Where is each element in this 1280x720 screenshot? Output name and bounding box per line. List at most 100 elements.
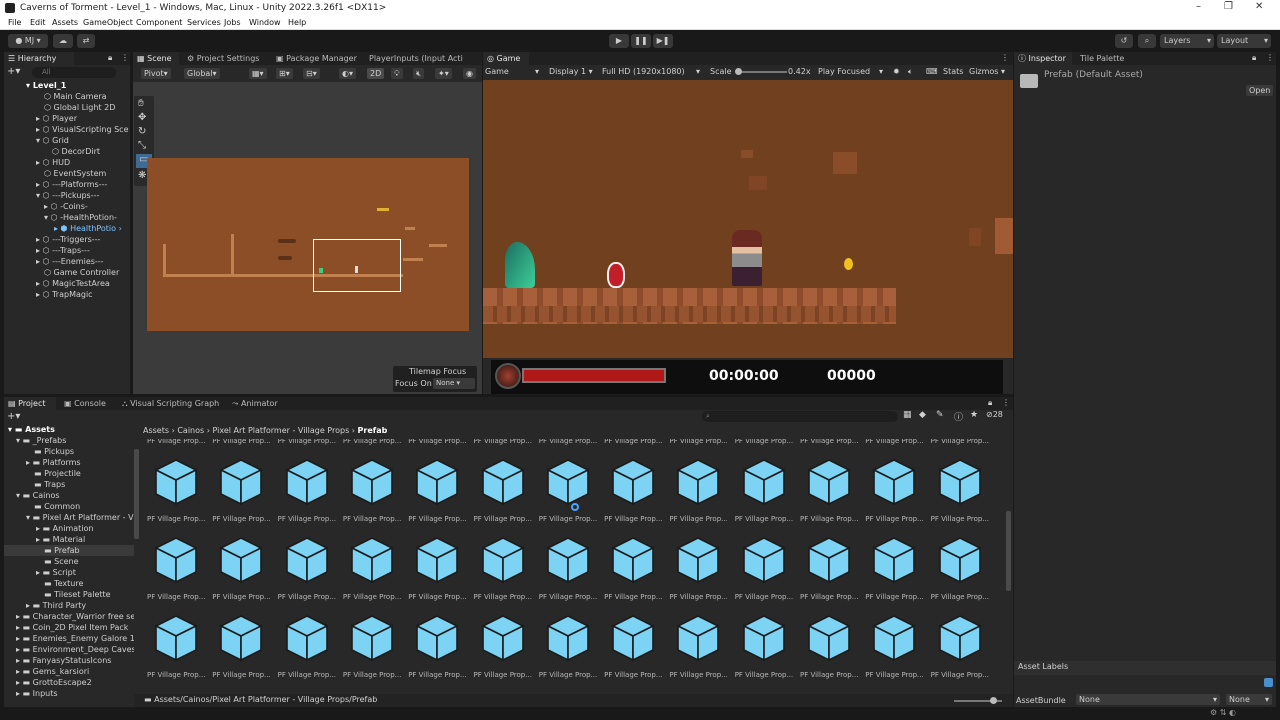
filter-type-icon[interactable]: ▦	[903, 410, 912, 420]
audio-icon[interactable]: 🔇︎	[413, 68, 425, 79]
prefab-asset-item[interactable]: PF Village Prop...	[539, 439, 597, 451]
prefab-asset-item[interactable]: PF Village Prop...	[408, 531, 466, 607]
hierarchy-item[interactable]: ▸ ⬡ ---Enemies---	[4, 256, 130, 267]
scale-slider-handle[interactable]	[735, 68, 742, 75]
menu-gameobject[interactable]: GameObject	[83, 18, 133, 27]
shortcuts-icon[interactable]: ⌨	[926, 65, 938, 79]
focus-on-dropdown[interactable]: None ▾	[433, 378, 475, 389]
maximize-button[interactable]: ❐	[1224, 1, 1233, 12]
prefab-asset-item[interactable]: PF Village Prop...	[474, 531, 532, 607]
hierarchy-item[interactable]: ⬡ EventSystem	[4, 168, 130, 179]
tree-item[interactable]: ▬ Projectile	[4, 468, 134, 479]
hierarchy-item[interactable]: ▸ ⬡ Player	[4, 113, 130, 124]
prefab-asset-item[interactable]: PF Village Prop...	[931, 609, 989, 685]
status-icons[interactable]: ⚙ ⇅ ◐	[1210, 708, 1236, 717]
prefab-asset-item[interactable]: PF Village Prop...	[278, 439, 336, 451]
tree-item-assets[interactable]: ▾ ▬ Assets	[4, 424, 134, 435]
hierarchy-item[interactable]: ▸ ⬡ -Coins-	[4, 201, 130, 212]
hierarchy-item-level1[interactable]: ▾ Level_1	[4, 80, 130, 91]
menu-edit[interactable]: Edit	[30, 18, 46, 27]
prefab-asset-item[interactable]: PF Village Prop...	[343, 531, 401, 607]
hierarchy-item[interactable]: ⬡ Game Controller	[4, 267, 130, 278]
game-mode-dropdown[interactable]: Game	[485, 65, 509, 79]
tree-scrollbar[interactable]	[134, 449, 139, 539]
layers-dropdown[interactable]: Layers ▾	[1160, 34, 1214, 48]
prefab-asset-item[interactable]: PF Village Prop...	[539, 609, 597, 685]
step-button[interactable]: ▶❚	[653, 34, 673, 48]
prefab-asset-item[interactable]: PF Village Prop...	[800, 531, 858, 607]
menu-file[interactable]: File	[8, 18, 21, 27]
tab-project-settings[interactable]: ⚙ Project Settings	[183, 52, 271, 65]
game-viewport[interactable]	[483, 80, 1013, 358]
prefab-asset-item[interactable]: PF Village Prop...	[669, 609, 727, 685]
tree-item[interactable]: ▸ ▬ Material	[4, 534, 134, 545]
pivot-dropdown[interactable]: Pivot▾	[141, 68, 171, 79]
more-icon[interactable]: ⋮	[121, 53, 129, 62]
prefab-asset-item[interactable]: PF Village Prop...	[343, 439, 401, 451]
grid-snap-icon[interactable]: ▦▾	[249, 68, 267, 79]
hierarchy-item[interactable]: ▾ ⬡ Grid	[4, 135, 130, 146]
scale-tool-icon[interactable]: ⤡	[138, 140, 146, 151]
mute-audio-icon[interactable]: 🔈︎	[908, 65, 913, 79]
hierarchy-item[interactable]: ▸ ⬡ HUD	[4, 157, 130, 168]
prefab-asset-item[interactable]: PF Village Prop...	[865, 531, 923, 607]
tree-item[interactable]: ▾ ▬ Cainos	[4, 490, 134, 501]
hierarchy-item[interactable]: ▸ ⬡ VisualScripting Sce	[4, 124, 130, 135]
lighting-icon[interactable]: 💡︎	[391, 68, 403, 79]
tree-item[interactable]: ▸ ▬ FanyasyStatusIcons	[4, 655, 134, 666]
render-mode-icon[interactable]: ◐▾	[339, 68, 356, 79]
scene-viewport[interactable]	[147, 158, 469, 331]
favorite-icon[interactable]: ★	[970, 410, 978, 420]
tree-item[interactable]: ▸ ▬ Inputs	[4, 688, 134, 699]
move-tool-icon[interactable]: ✥	[138, 112, 146, 123]
tab-inspector[interactable]: ⓘ Inspector	[1014, 52, 1072, 65]
prefab-asset-item[interactable]: PF Village Prop...	[669, 531, 727, 607]
tree-item[interactable]: ▸ ▬ GrottoEscape2	[4, 677, 134, 688]
display-dropdown[interactable]: Display 1 ▾	[549, 65, 593, 79]
close-button[interactable]: ✕	[1255, 1, 1263, 12]
prefab-asset-item[interactable]: PF Village Prop...	[147, 609, 205, 685]
tab-console[interactable]: ▣ Console	[60, 397, 110, 410]
variant-dropdown[interactable]: None ▾	[1226, 694, 1272, 705]
create-button[interactable]: +▾	[7, 411, 20, 422]
add-button[interactable]: +▾	[7, 66, 20, 77]
project-search-input[interactable]: ⌕	[702, 411, 898, 422]
prefab-asset-item[interactable]: PF Village Prop...	[865, 453, 923, 529]
prefab-asset-item[interactable]: PF Village Prop...	[800, 453, 858, 529]
toggle-2d-button[interactable]: 2D	[367, 68, 385, 79]
tab-player-inputs[interactable]: PlayerInputs (Input Acti	[365, 52, 477, 65]
tab-tile-palette[interactable]: Tile Palette	[1076, 52, 1140, 65]
resolution-dropdown[interactable]: Full HD (1920x1080)	[602, 65, 685, 79]
tree-item[interactable]: ▬ Common	[4, 501, 134, 512]
minimize-button[interactable]: –	[1196, 1, 1201, 12]
hierarchy-item[interactable]: ▸ ⬡ ---Triggers---	[4, 234, 130, 245]
tree-item[interactable]: ▸ ▬ Script	[4, 567, 134, 578]
frame-debugger-icon[interactable]: ✹	[893, 65, 900, 79]
cloud-icon[interactable]: ☁	[53, 34, 73, 48]
scale-slider[interactable]	[737, 71, 787, 73]
prefab-asset-item[interactable]: PF Village Prop...	[931, 439, 989, 451]
tree-item[interactable]: ▬ Traps	[4, 479, 134, 490]
breadcrumb-cainos[interactable]: Cainos	[177, 426, 204, 435]
prefab-asset-item[interactable]: PF Village Prop...	[147, 439, 205, 451]
more-icon[interactable]: ⋮	[1002, 398, 1010, 407]
transform-tool-icon[interactable]: ❋	[138, 170, 146, 181]
tree-item[interactable]: ▸ ▬ Animation	[4, 523, 134, 534]
prefab-asset-item[interactable]: PF Village Prop...	[800, 439, 858, 451]
tree-item[interactable]: ▬ Tileset Palette	[4, 589, 134, 600]
tree-item[interactable]: ▸ ▬ Character_Warrior free set	[4, 611, 134, 622]
tab-scene[interactable]: ▦ Scene	[133, 52, 179, 65]
prefab-asset-item[interactable]: PF Village Prop...	[865, 609, 923, 685]
lock-icon[interactable]: 🔒︎	[108, 53, 112, 63]
tab-package-manager[interactable]: ▣ Package Manager	[272, 52, 364, 65]
menu-component[interactable]: Component	[136, 18, 182, 27]
tab-hierarchy[interactable]: ☰ Hierarchy	[4, 52, 74, 65]
tree-item[interactable]: ▬ Pickups	[4, 446, 134, 457]
prefab-asset-item[interactable]: PF Village Prop...	[474, 609, 532, 685]
prefab-asset-item[interactable]: PF Village Prop...	[474, 453, 532, 529]
breadcrumb-prefab[interactable]: Prefab	[358, 426, 388, 435]
filter-label-icon[interactable]: ◆	[919, 410, 926, 420]
hierarchy-item[interactable]: ▾ ⬡ -HealthPotion-	[4, 212, 130, 223]
hierarchy-item[interactable]: ▸ ⬡ ---Platforms---	[4, 179, 130, 190]
tab-visual-scripting-graph[interactable]: ⛬ Visual Scripting Graph	[118, 397, 224, 410]
